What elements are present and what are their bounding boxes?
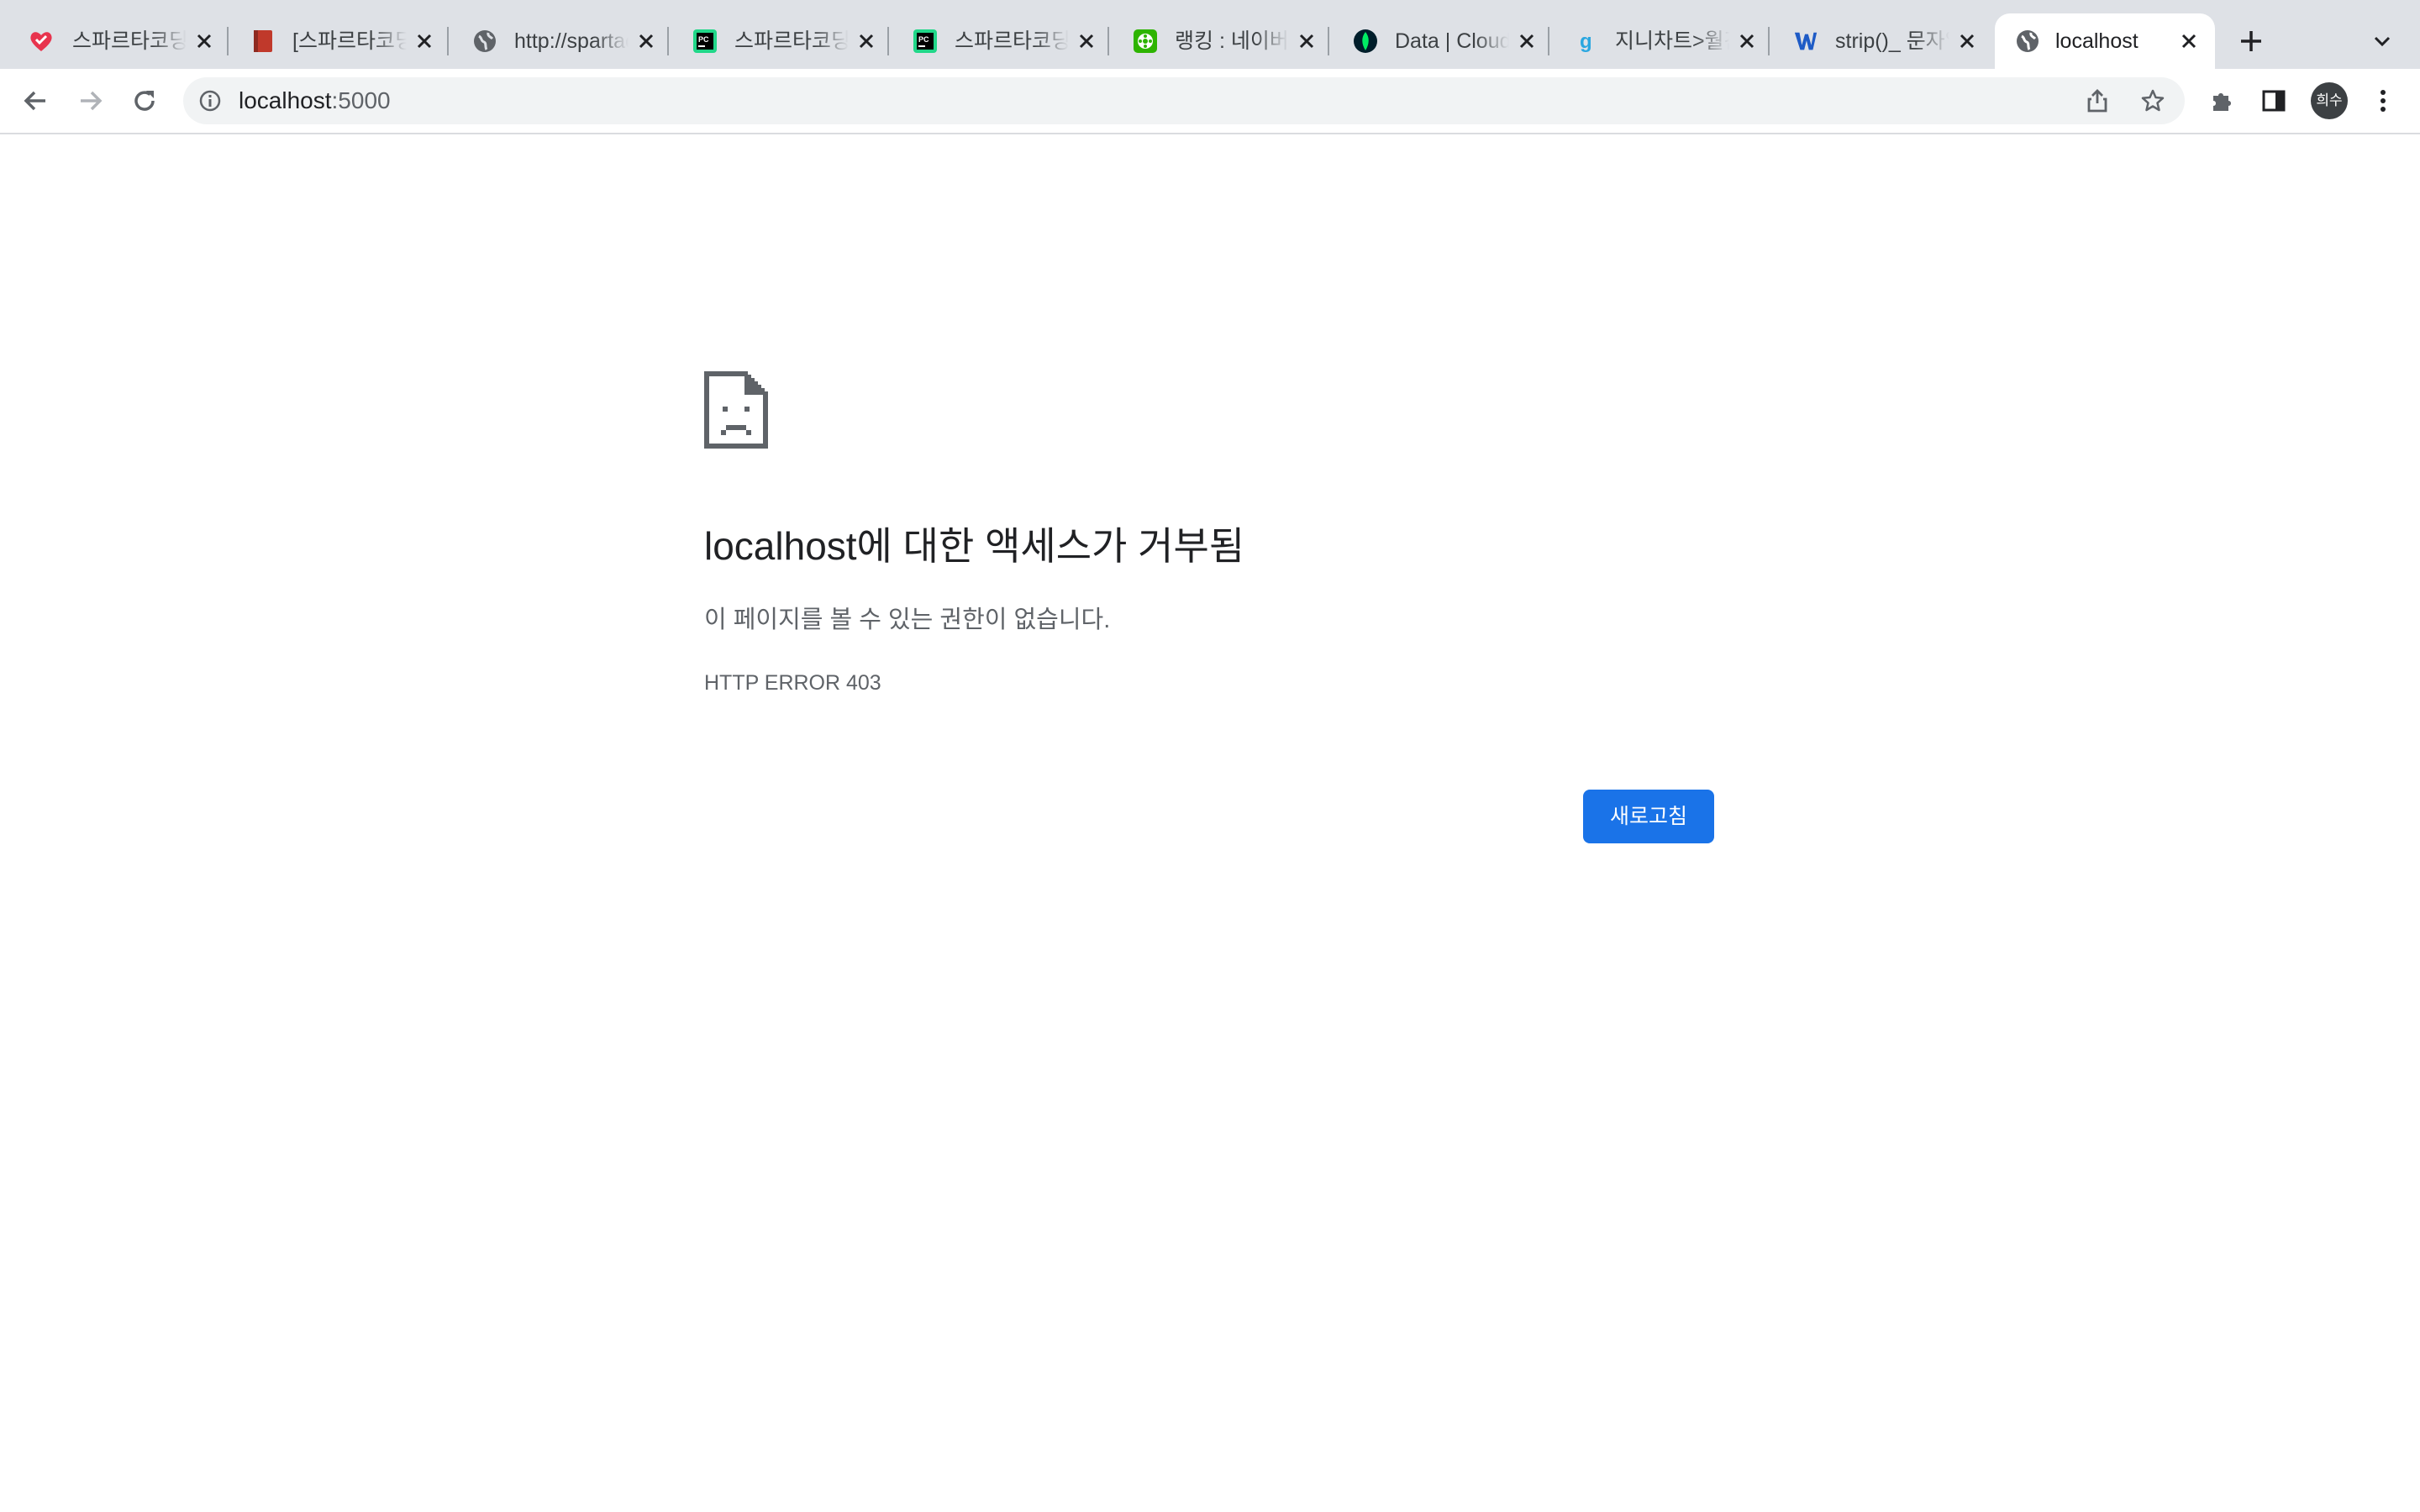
tab-title: Data | Cloud bbox=[1395, 29, 1509, 53]
tab-sparta-2[interactable]: [스파르타코딩클럽] bbox=[229, 13, 449, 69]
more-menu-icon[interactable] bbox=[2363, 81, 2403, 121]
svg-text:PC: PC bbox=[698, 35, 709, 44]
reload-icon[interactable] bbox=[124, 81, 165, 121]
sad-page-icon bbox=[704, 371, 768, 449]
avatar[interactable]: 희수 bbox=[2311, 82, 2348, 119]
tab-title: strip()_ 문자열 bbox=[1835, 29, 1949, 53]
side-panel-icon[interactable] bbox=[2254, 81, 2294, 121]
address-bar[interactable]: localhost:5000 bbox=[183, 77, 2185, 124]
tab-sparta-1[interactable]: 스파르타코딩클럽 bbox=[0, 13, 229, 69]
close-tab-icon[interactable] bbox=[1956, 30, 1978, 52]
browser-toolbar: localhost:5000 희수 bbox=[0, 69, 2420, 134]
error-code: HTTP ERROR 403 bbox=[704, 671, 881, 695]
page-title: localhost에 대한 액세스가 거부됨 bbox=[704, 524, 1245, 568]
tab-title: 랭킹 : 네이버 영화 bbox=[1175, 29, 1289, 53]
tab-strip: 스파르타코딩클럽 [스파르타코딩클럽] http://spartacodingc… bbox=[0, 0, 2420, 69]
tab-title: 스파르타코딩클럽 bbox=[72, 29, 187, 53]
tab-pycharm-1[interactable]: PC 스파르타코딩클럽 bbox=[669, 13, 889, 69]
pycharm-icon: PC bbox=[692, 29, 718, 54]
tab-title: 지니차트>월간 bbox=[1615, 29, 1729, 53]
new-tab-button[interactable] bbox=[2235, 25, 2267, 57]
tab-genie[interactable]: g 지니차트>월간 bbox=[1549, 13, 1770, 69]
globe-icon bbox=[2015, 29, 2040, 54]
close-tab-icon[interactable] bbox=[2178, 30, 2200, 52]
error-description: 이 페이지를 볼 수 있는 권한이 없습니다. bbox=[704, 606, 1111, 633]
close-tab-icon[interactable] bbox=[413, 30, 435, 52]
close-tab-icon[interactable] bbox=[193, 30, 215, 52]
url-host: localhost bbox=[239, 87, 332, 113]
tab-naver-movie[interactable]: 랭킹 : 네이버 영화 bbox=[1109, 13, 1329, 69]
tab-w3[interactable]: strip()_ 문자열 bbox=[1770, 13, 1990, 69]
close-tab-icon[interactable] bbox=[635, 30, 657, 52]
pycharm-icon: PC bbox=[913, 29, 938, 54]
tab-sparta-url[interactable]: http://spartacodingclub bbox=[449, 13, 669, 69]
close-tab-icon[interactable] bbox=[1296, 30, 1318, 52]
bookmark-star-icon[interactable] bbox=[2136, 84, 2170, 118]
close-tab-icon[interactable] bbox=[855, 30, 877, 52]
share-icon[interactable] bbox=[2081, 84, 2114, 118]
tab-pycharm-2[interactable]: PC 스파르타코딩클럽 bbox=[889, 13, 1109, 69]
page-content: localhost에 대한 액세스가 거부됨 이 페이지를 볼 수 있는 권한이… bbox=[0, 134, 2420, 1512]
url-text[interactable]: localhost:5000 bbox=[239, 86, 391, 116]
tab-localhost[interactable]: localhost bbox=[1995, 13, 2215, 69]
url-port: :5000 bbox=[331, 87, 391, 113]
back-button[interactable] bbox=[15, 81, 55, 121]
forward-button[interactable] bbox=[71, 81, 111, 121]
tab-title: [스파르타코딩클럽] bbox=[292, 29, 407, 53]
w3-icon bbox=[1793, 29, 1818, 54]
sparta-heart-icon bbox=[29, 29, 54, 54]
tab-mongodb[interactable]: Data | Cloud bbox=[1329, 13, 1549, 69]
red-book-icon bbox=[250, 29, 276, 54]
tab-title: 스파르타코딩클럽 bbox=[734, 29, 849, 53]
close-tab-icon[interactable] bbox=[1516, 30, 1538, 52]
naver-movie-icon bbox=[1133, 29, 1158, 54]
close-tab-icon[interactable] bbox=[1076, 30, 1097, 52]
info-icon[interactable] bbox=[197, 87, 224, 114]
genie-icon: g bbox=[1573, 29, 1598, 54]
tab-title: http://spartacodingclub bbox=[514, 29, 629, 53]
tab-title: 스파르타코딩클럽 bbox=[955, 29, 1069, 53]
tab-title: localhost bbox=[2055, 29, 2139, 53]
extensions-puzzle-icon[interactable] bbox=[2202, 81, 2242, 121]
svg-text:g: g bbox=[1580, 30, 1592, 53]
globe-icon bbox=[472, 29, 497, 54]
reload-button[interactable]: 새로고침 bbox=[1583, 790, 1714, 843]
close-tab-icon[interactable] bbox=[1736, 30, 1758, 52]
mongodb-leaf-icon bbox=[1353, 29, 1378, 54]
chevron-down-icon[interactable] bbox=[2368, 27, 2396, 55]
svg-text:PC: PC bbox=[918, 35, 929, 44]
